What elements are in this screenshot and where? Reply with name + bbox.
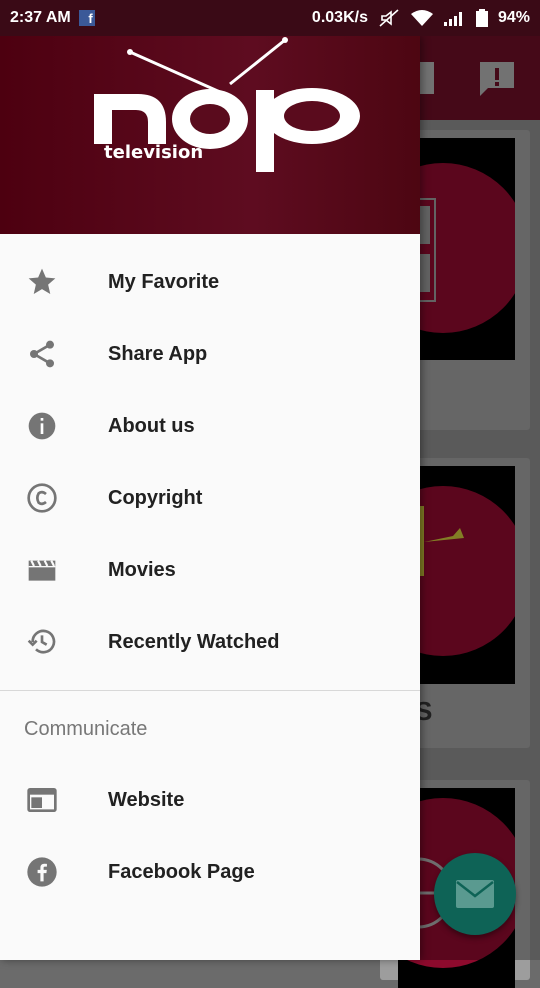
drawer-header: television	[0, 36, 420, 234]
status-bar: 2:37 AM f 0.03K/s 94%	[0, 0, 540, 36]
mute-icon	[379, 9, 399, 27]
menu-item-about-us[interactable]: About us	[0, 390, 420, 462]
menu-divider	[0, 690, 420, 691]
communicate-menu: Website Facebook Page	[0, 764, 420, 908]
navigation-drawer: television My Favorite Share App About u…	[0, 36, 420, 960]
network-speed: 0.03K/s	[311, 9, 368, 26]
menu-item-label: Facebook Page	[108, 860, 255, 883]
menu-item-label: Recently Watched	[108, 630, 280, 653]
battery-percent: 94%	[497, 9, 530, 26]
menu-item-website[interactable]: Website	[0, 764, 420, 836]
menu-item-recently-watched[interactable]: Recently Watched	[0, 606, 420, 678]
menu-item-facebook-page[interactable]: Facebook Page	[0, 836, 420, 908]
wifi-icon	[410, 10, 433, 26]
menu-item-share-app[interactable]: Share App	[0, 318, 420, 390]
email-fab-button[interactable]	[434, 853, 516, 935]
history-icon	[26, 626, 58, 658]
status-time: 2:37 AM	[10, 9, 71, 26]
email-icon	[456, 880, 494, 908]
status-right: 0.03K/s 94%	[312, 0, 530, 36]
menu-item-label: About us	[108, 414, 195, 437]
signal-icon	[443, 12, 462, 26]
battery-icon	[475, 9, 488, 27]
copyright-icon	[26, 482, 58, 514]
info-icon	[26, 410, 58, 442]
menu-item-label: Share App	[108, 342, 208, 365]
movie-clapper-icon	[26, 554, 58, 586]
share-icon	[26, 338, 58, 370]
section-title-communicate: Communicate	[24, 718, 148, 740]
facebook-icon	[26, 856, 58, 888]
web-icon	[26, 784, 58, 816]
menu-item-my-favorite[interactable]: My Favorite	[0, 246, 420, 318]
menu-item-label: Copyright	[108, 486, 203, 509]
drawer-menu: My Favorite Share App About us Copyright…	[0, 246, 420, 678]
menu-item-label: My Favorite	[108, 270, 220, 293]
logo-subtext: television	[104, 142, 203, 163]
menu-item-copyright[interactable]: Copyright	[0, 462, 420, 534]
facebook-notification-icon: f	[78, 10, 95, 26]
menu-item-movies[interactable]: Movies	[0, 534, 420, 606]
brand-logo: television	[94, 37, 360, 172]
menu-item-label: Movies	[108, 558, 176, 581]
menu-item-label: Website	[108, 788, 185, 811]
star-icon	[26, 266, 58, 298]
